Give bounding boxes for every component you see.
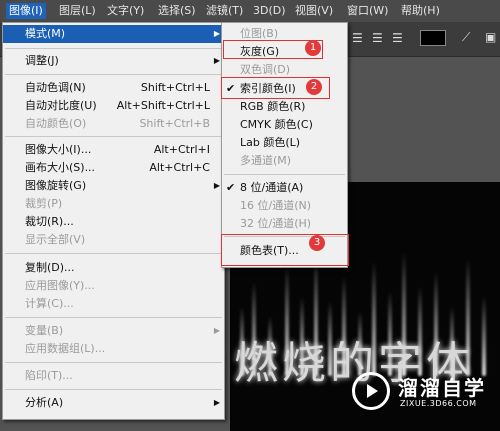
- menu-item-label: 裁剪(P): [25, 197, 63, 210]
- menu-separator: [5, 317, 222, 318]
- warp-text-icon[interactable]: ⟋: [462, 30, 470, 45]
- menu-bar: 图像(I) 图层(L) 文字(Y) 选择(S) 滤镜(T) 3D(D) 视图(V…: [0, 0, 500, 22]
- menu-item-label: RGB 颜色(R): [240, 100, 306, 113]
- mode-8-bit[interactable]: ✔ 8 位/通道(A): [222, 179, 347, 197]
- menu-item-label: 自动色调(N): [25, 81, 86, 94]
- menu-item-image-rotation[interactable]: 图像旋转(G) ▶: [3, 177, 224, 195]
- menu-item-shortcut: Alt+Ctrl+I: [153, 143, 210, 156]
- mode-16-bit: 16 位/通道(N): [222, 197, 347, 215]
- menu-item-label: 计算(C)...: [25, 297, 74, 310]
- mode-cmyk-color[interactable]: CMYK 颜色(C): [222, 116, 347, 134]
- menu-item-variables: 变量(B) ▶: [3, 322, 224, 340]
- menu-item-label: 裁切(R)...: [25, 215, 74, 228]
- menu-item-label: 分析(A): [25, 396, 64, 409]
- menu-item-label: 变量(B): [25, 324, 64, 337]
- menu-view[interactable]: 视图(V): [292, 3, 336, 19]
- annotation-box: [221, 234, 349, 266]
- menu-separator: [5, 74, 222, 75]
- submenu-arrow-icon: ▶: [213, 398, 220, 407]
- menu-separator: [5, 48, 222, 49]
- submenu-arrow-icon: ▶: [213, 56, 220, 65]
- menu-item-label: 16 位/通道(N): [240, 199, 312, 212]
- menu-separator: [224, 174, 345, 175]
- menu-3d[interactable]: 3D(D): [250, 3, 289, 19]
- menu-item-label: 自动颜色(O): [25, 117, 87, 130]
- menu-item-label: 模式(M): [25, 27, 66, 40]
- menu-help[interactable]: 帮助(H): [398, 3, 443, 19]
- menu-item-label: 画布大小(S)...: [25, 161, 96, 174]
- menu-layer[interactable]: 图层(L): [56, 3, 99, 19]
- menu-item-reveal-all: 显示全部(V): [3, 231, 224, 249]
- menu-item-duplicate[interactable]: 复制(D)...: [3, 259, 224, 277]
- menu-select[interactable]: 选择(S): [155, 3, 199, 19]
- menu-item-auto-color: 自动颜色(O) Shift+Ctrl+B: [3, 115, 224, 133]
- menu-filter[interactable]: 滤镜(T): [203, 3, 246, 19]
- menu-item-label: 图像大小(I)...: [25, 143, 92, 156]
- mode-rgb-color[interactable]: RGB 颜色(R): [222, 98, 347, 116]
- menu-item-adjust[interactable]: 调整(J) ▶: [3, 52, 224, 70]
- menu-item-label: 多通道(M): [240, 154, 292, 167]
- menu-item-shortcut: Shift+Ctrl+L: [140, 81, 210, 94]
- menu-item-analysis[interactable]: 分析(A) ▶: [3, 394, 224, 412]
- menu-item-calculations: 计算(C)...: [3, 295, 224, 313]
- menu-item-shortcut: Shift+Ctrl+B: [139, 117, 210, 130]
- menu-item-label: Lab 颜色(L): [240, 136, 301, 149]
- menu-item-label: 图像旋转(G): [25, 179, 87, 192]
- menu-item-apply-image: 应用图像(Y)...: [3, 277, 224, 295]
- menu-item-mode[interactable]: 模式(M) ▶: [3, 25, 224, 43]
- menu-item-label: 调整(J): [25, 54, 59, 67]
- watermark-url: ZIXUE.3D66.COM: [400, 399, 477, 408]
- submenu-arrow-icon: ▶: [213, 29, 220, 38]
- menu-window[interactable]: 窗口(W): [344, 3, 391, 19]
- menu-item-label: 陷印(T)...: [25, 369, 73, 382]
- menu-item-label: 复制(D)...: [25, 261, 75, 274]
- annotation-badge: 3: [309, 235, 325, 251]
- menu-item-auto-tone[interactable]: 自动色调(N) Shift+Ctrl+L: [3, 79, 224, 97]
- menu-item-trim[interactable]: 裁切(R)...: [3, 213, 224, 231]
- menu-separator: [5, 136, 222, 137]
- menu-item-label: 显示全部(V): [25, 233, 86, 246]
- play-icon: [352, 372, 390, 410]
- menu-item-label: CMYK 颜色(C): [240, 118, 313, 131]
- mode-multichannel: 多通道(M): [222, 152, 347, 170]
- mode-lab-color[interactable]: Lab 颜色(L): [222, 134, 347, 152]
- annotation-badge: 1: [305, 40, 321, 56]
- menu-item-label: 应用数据组(L)...: [25, 342, 106, 355]
- watermark-brand: 溜溜自学: [398, 376, 486, 400]
- menu-item-shortcut: Alt+Ctrl+C: [149, 161, 210, 174]
- align-left-icon[interactable]: ☰: [352, 31, 363, 45]
- align-right-icon[interactable]: ☰: [392, 31, 403, 45]
- menu-item-label: 应用图像(Y)...: [25, 279, 95, 292]
- submenu-arrow-icon: ▶: [213, 181, 220, 190]
- menu-item-trap: 陷印(T)...: [3, 367, 224, 385]
- watermark-logo: 溜溜自学 ZIXUE.3D66.COM: [352, 364, 495, 418]
- menu-item-label: 8 位/通道(A): [240, 181, 304, 194]
- menu-item-crop: 裁剪(P): [3, 195, 224, 213]
- image-menu: 模式(M) ▶ 调整(J) ▶ 自动色调(N) Shift+Ctrl+L 自动对比度(…: [2, 22, 225, 420]
- annotation-badge: 2: [306, 79, 322, 95]
- menu-separator: [5, 253, 222, 254]
- menu-item-label: 自动对比度(U): [25, 99, 97, 112]
- menu-item-image-size[interactable]: 图像大小(I)... Alt+Ctrl+I: [3, 141, 224, 159]
- panels-icon[interactable]: ▣: [485, 30, 496, 44]
- align-center-icon[interactable]: ☰: [372, 31, 383, 45]
- submenu-arrow-icon: ▶: [213, 326, 220, 335]
- menu-item-auto-contrast[interactable]: 自动对比度(U) Alt+Shift+Ctrl+L: [3, 97, 224, 115]
- menu-separator: [5, 389, 222, 390]
- menu-item-shortcut: Alt+Shift+Ctrl+L: [116, 99, 210, 112]
- menu-item-apply-data-set: 应用数据组(L)...: [3, 340, 224, 358]
- text-color-swatch[interactable]: [420, 30, 446, 46]
- menu-item-canvas-size[interactable]: 画布大小(S)... Alt+Ctrl+C: [3, 159, 224, 177]
- menu-separator: [5, 362, 222, 363]
- mode-32-bit: 32 位/通道(H): [222, 215, 347, 233]
- menu-type[interactable]: 文字(Y): [104, 3, 147, 19]
- menu-image[interactable]: 图像(I): [6, 3, 46, 19]
- menu-item-label: 32 位/通道(H): [240, 217, 312, 230]
- checkmark-icon: ✔: [226, 181, 236, 194]
